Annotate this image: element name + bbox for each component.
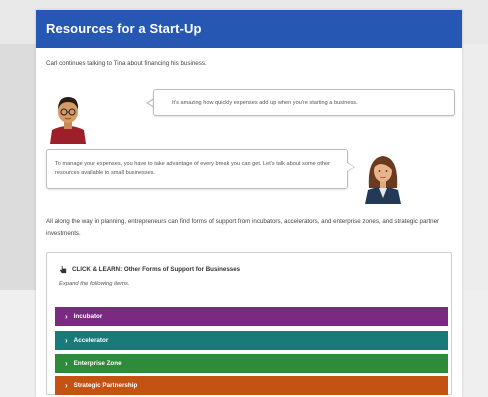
click-and-learn-title: CLICK & LEARN: Other Forms of Support fo… — [72, 266, 241, 273]
intro-text: Carl continues talking to Tina about fin… — [46, 60, 207, 67]
accordion-label: Incubator — [73, 313, 103, 320]
chevron-right-icon: › — [65, 336, 68, 345]
tina-speech-bubble: To manage your expenses, you have to tak… — [46, 149, 348, 189]
accordion-label: Accelerator — [73, 337, 109, 344]
tina-bubble-tail-fill — [347, 163, 354, 171]
carl-speech-bubble: It's amazing how quickly expenses add up… — [153, 89, 455, 116]
click-and-learn-header: CLICK & LEARN: Other Forms of Support fo… — [59, 265, 240, 274]
accordion-incubator[interactable]: › Incubator — [55, 307, 448, 326]
chevron-right-icon: › — [65, 381, 68, 390]
accordion-enterprise-zone[interactable]: › Enterprise Zone — [55, 354, 448, 373]
body-paragraph: All along the way in planning, entrepren… — [46, 218, 440, 237]
click-and-learn-instructions: Expand the following items. — [59, 281, 130, 287]
accordion-strategic-partnership[interactable]: › Strategic Partnership — [55, 376, 448, 395]
tina-avatar — [365, 156, 401, 204]
accordion-label: Enterprise Zone — [73, 360, 122, 367]
click-and-learn-panel: CLICK & LEARN: Other Forms of Support fo… — [46, 252, 452, 395]
carl-avatar — [50, 97, 86, 144]
content-card: Resources for a Start-Up Carl continues … — [36, 10, 462, 397]
page-title: Resources for a Start-Up — [36, 10, 462, 48]
chevron-right-icon: › — [65, 312, 68, 321]
accordion-label: Strategic Partnership — [73, 382, 138, 389]
pointer-hand-icon — [59, 265, 67, 274]
accordion-accelerator[interactable]: › Accelerator — [55, 331, 448, 350]
chevron-right-icon: › — [65, 359, 68, 368]
